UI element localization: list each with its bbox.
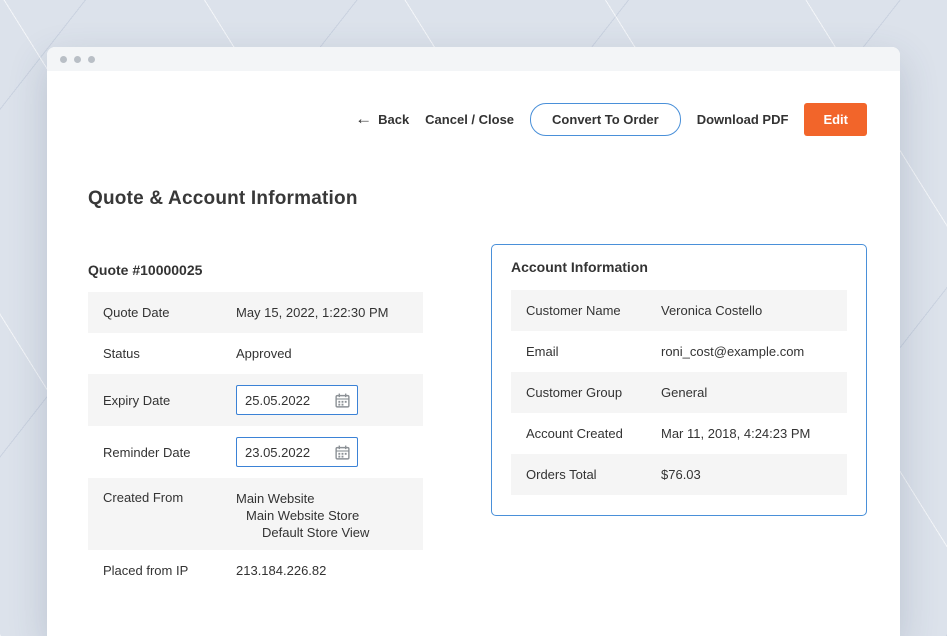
row-label: Status: [88, 346, 236, 361]
reminder-date-row: Reminder Date: [88, 426, 423, 478]
row-value: 213.184.226.82: [236, 563, 423, 578]
row-label: Expiry Date: [88, 393, 236, 408]
back-button[interactable]: ← Back: [355, 111, 409, 128]
created-from-store-view: Default Store View: [236, 524, 415, 541]
account-created-row: Account Created Mar 11, 2018, 4:24:23 PM: [511, 413, 847, 454]
back-arrow-icon: ←: [355, 110, 372, 127]
row-value: $76.03: [661, 467, 847, 482]
page-title: Quote & Account Information: [88, 188, 867, 210]
page-content: ← Back Cancel / Close Convert To Order D…: [47, 71, 900, 591]
window-control-dot[interactable]: [88, 56, 95, 63]
convert-to-order-button[interactable]: Convert To Order: [530, 103, 681, 136]
row-value: Mar 11, 2018, 4:24:23 PM: [661, 426, 847, 441]
row-value: Main Website Main Website Store Default …: [236, 488, 423, 541]
calendar-icon[interactable]: [335, 445, 350, 460]
window-control-dot[interactable]: [60, 56, 67, 63]
quote-information-section: Quote #10000025 Quote Date May 15, 2022,…: [88, 244, 423, 591]
row-label: Customer Name: [511, 303, 661, 318]
created-from-website: Main Website: [236, 490, 415, 507]
row-label: Orders Total: [511, 467, 661, 482]
row-label: Quote Date: [88, 305, 236, 320]
customer-name-row: Customer Name Veronica Costello: [511, 290, 847, 331]
reminder-date-value[interactable]: [245, 445, 325, 460]
action-toolbar: ← Back Cancel / Close Convert To Order D…: [88, 103, 867, 135]
row-value: General: [661, 385, 847, 400]
app-window: ← Back Cancel / Close Convert To Order D…: [47, 47, 900, 636]
quote-number-title: Quote #10000025: [88, 262, 423, 278]
row-value: Veronica Costello: [661, 303, 847, 318]
email-row: Email roni_cost@example.com: [511, 331, 847, 372]
account-information-title: Account Information: [511, 259, 847, 275]
row-label: Placed from IP: [88, 563, 236, 578]
row-value: roni_cost@example.com: [661, 344, 847, 359]
expiry-date-input[interactable]: [236, 385, 358, 415]
back-button-label: Back: [378, 112, 409, 127]
orders-total-row: Orders Total $76.03: [511, 454, 847, 495]
window-control-dot[interactable]: [74, 56, 81, 63]
row-label: Account Created: [511, 426, 661, 441]
window-titlebar: [47, 47, 900, 71]
cancel-close-button[interactable]: Cancel / Close: [425, 112, 514, 127]
row-value: May 15, 2022, 1:22:30 PM: [236, 305, 423, 320]
status-row: Status Approved: [88, 333, 423, 374]
row-label: Customer Group: [511, 385, 661, 400]
account-information-card: Account Information Customer Name Veroni…: [491, 244, 867, 516]
customer-group-row: Customer Group General: [511, 372, 847, 413]
created-from-store: Main Website Store: [236, 507, 415, 524]
download-pdf-button[interactable]: Download PDF: [697, 112, 789, 127]
row-value: Approved: [236, 346, 423, 361]
row-label: Email: [511, 344, 661, 359]
row-label: Created From: [88, 488, 236, 505]
two-column-layout: Quote #10000025 Quote Date May 15, 2022,…: [88, 244, 867, 591]
reminder-date-input[interactable]: [236, 437, 358, 467]
expiry-date-row: Expiry Date: [88, 374, 423, 426]
quote-date-row: Quote Date May 15, 2022, 1:22:30 PM: [88, 292, 423, 333]
expiry-date-value[interactable]: [245, 393, 325, 408]
calendar-icon[interactable]: [335, 393, 350, 408]
row-label: Reminder Date: [88, 445, 236, 460]
placed-from-ip-row: Placed from IP 213.184.226.82: [88, 550, 423, 591]
edit-button[interactable]: Edit: [804, 103, 867, 136]
created-from-row: Created From Main Website Main Website S…: [88, 478, 423, 550]
